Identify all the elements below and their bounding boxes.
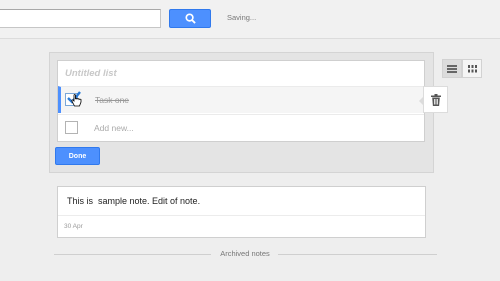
list-view-button[interactable] (442, 59, 462, 78)
saving-status: Saving... (227, 13, 257, 22)
add-new-input[interactable]: Add new... (94, 123, 134, 133)
list-item[interactable]: Task one (58, 86, 424, 113)
note-date: 30 Apr (64, 223, 83, 230)
search-icon (184, 13, 196, 24)
top-bar: Saving... (0, 0, 500, 39)
note-body: This is sample note. Edit of note. (67, 196, 201, 206)
new-item-checkbox (65, 121, 78, 134)
search-button[interactable] (169, 9, 211, 28)
done-button[interactable]: Done (55, 147, 100, 165)
list-title-input[interactable]: Untitled list (65, 68, 117, 79)
divider (278, 254, 437, 255)
divider (54, 254, 211, 255)
delete-item-button[interactable] (419, 86, 448, 113)
search-input[interactable] (0, 9, 161, 28)
note-card[interactable]: This is sample note. Edit of note. 30 Ap… (57, 186, 426, 238)
note-editor: Untitled list Task one Add new... (57, 60, 425, 142)
task-label[interactable]: Task one (95, 95, 129, 105)
archived-notes-link[interactable]: Archived notes (214, 249, 276, 258)
add-item-row[interactable]: Add new... (58, 114, 424, 141)
hand-cursor-icon (71, 94, 82, 107)
divider (58, 215, 425, 216)
trash-icon (430, 93, 441, 106)
grid-view-icon (467, 64, 477, 72)
grid-view-button[interactable] (462, 59, 482, 78)
list-view-icon (447, 64, 457, 73)
